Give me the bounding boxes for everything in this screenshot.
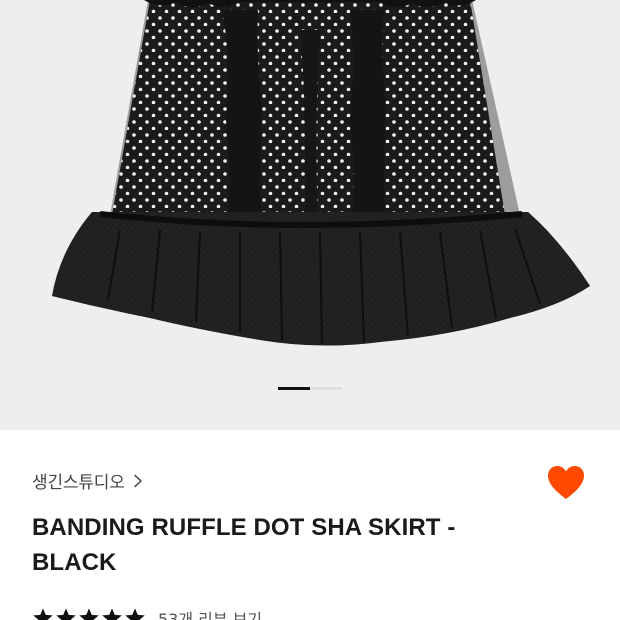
wishlist-button[interactable] (546, 464, 586, 502)
star-icon (79, 608, 99, 620)
product-image-gallery[interactable] (0, 0, 620, 430)
rating-row: 53개 리뷰 보기 (32, 606, 262, 620)
star-icon (102, 608, 122, 620)
product-title: BANDING RUFFLE DOT SHA SKIRT - BLACK (32, 514, 456, 576)
rating-stars (32, 607, 146, 620)
star-icon (56, 608, 76, 620)
pager-indicator[interactable] (310, 387, 342, 390)
review-count-link[interactable]: 53개 리뷰 보기 (158, 606, 262, 620)
star-icon (33, 608, 53, 620)
brand-name: 생긴스튜디오 (32, 473, 125, 493)
chevron-right-icon (133, 474, 142, 487)
star-icon (125, 608, 145, 620)
pager-indicator-active[interactable] (278, 387, 310, 390)
gallery-pager[interactable] (278, 387, 342, 390)
brand-link[interactable]: 생긴스튜디오 (32, 468, 143, 493)
product-info: 생긴스튜디오 BANDING RUFFLE DOT SHA SKIRT - BL… (0, 430, 620, 620)
heart-icon (548, 466, 584, 499)
product-image (52, 0, 590, 346)
